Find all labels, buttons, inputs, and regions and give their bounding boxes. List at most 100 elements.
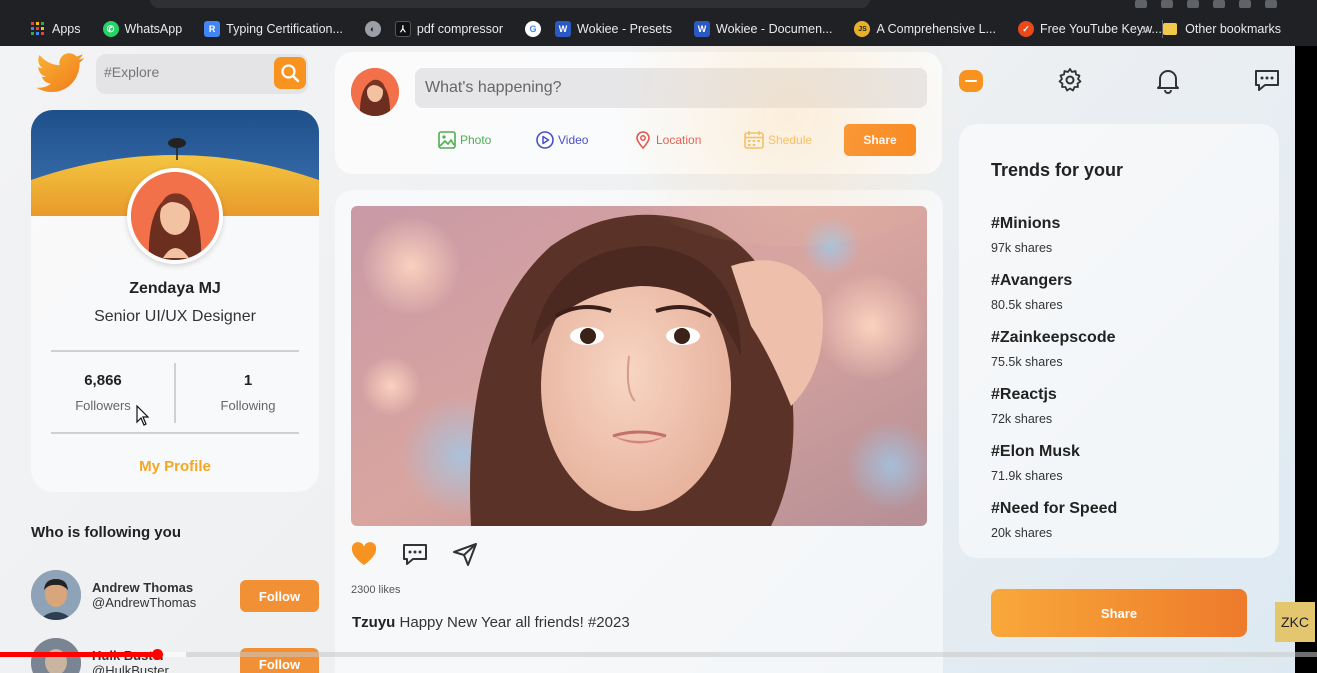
trend-count: 75.5k shares bbox=[991, 355, 1063, 369]
following-stat[interactable]: 1 Following bbox=[186, 372, 310, 413]
followers-section-title: Who is following you bbox=[31, 524, 181, 541]
video-icon bbox=[536, 131, 554, 149]
following-count: 1 bbox=[243, 372, 253, 389]
share-send-icon[interactable] bbox=[451, 540, 479, 568]
profile-card: Zendaya MJ Senior UI/UX Designer 6,866 F… bbox=[31, 110, 319, 492]
trend-tag: #Zainkeepscode bbox=[991, 329, 1116, 346]
twitter-logo-icon[interactable] bbox=[36, 52, 86, 96]
trend-item[interactable]: #Elon Musk 71.9k shares bbox=[991, 443, 1080, 483]
divider bbox=[51, 432, 299, 434]
follower-handle: @HulkBuster bbox=[92, 663, 169, 673]
apps-grid-icon bbox=[30, 21, 46, 37]
post-author: Tzuyu bbox=[352, 614, 396, 631]
bookmark-pdf-compressor[interactable]: ⅄ pdf compressor bbox=[394, 21, 504, 37]
bookmark-globe[interactable]: ◐ bbox=[364, 21, 381, 37]
whatsapp-icon: ✆ bbox=[102, 21, 119, 37]
explore-search bbox=[96, 54, 308, 94]
trend-item[interactable]: #Reactjs 72k shares bbox=[991, 386, 1057, 426]
notifications-bell-icon[interactable] bbox=[1154, 66, 1182, 94]
extension-icon[interactable] bbox=[1239, 0, 1251, 8]
more-bookmarks-chevron-icon[interactable]: » bbox=[1141, 21, 1149, 37]
trend-item[interactable]: #Avangers 80.5k shares bbox=[991, 272, 1072, 312]
avatar[interactable] bbox=[351, 68, 399, 116]
bookmark-other[interactable]: Other bookmarks bbox=[1163, 22, 1281, 36]
home-icon[interactable] bbox=[957, 66, 985, 94]
schedule-option[interactable]: Shedule bbox=[743, 130, 812, 150]
video-progress-track[interactable] bbox=[0, 652, 1317, 657]
wokiee-icon: W bbox=[694, 21, 710, 37]
extension-icon[interactable] bbox=[1265, 0, 1277, 8]
trend-tag: #Need for Speed bbox=[991, 500, 1118, 517]
bookmark-label: WhatsApp bbox=[124, 22, 183, 36]
pdf-icon: ⅄ bbox=[394, 21, 411, 37]
extension-icon[interactable] bbox=[1187, 0, 1199, 8]
trend-count: 20k shares bbox=[991, 526, 1053, 540]
extension-icon[interactable] bbox=[1161, 0, 1173, 8]
wokiee-icon: W bbox=[555, 21, 572, 37]
video-scrubber-handle[interactable] bbox=[152, 649, 163, 660]
trend-item[interactable]: #Zainkeepscode 75.5k shares bbox=[991, 329, 1116, 369]
location-option[interactable]: Location bbox=[633, 130, 701, 150]
mouse-cursor-icon bbox=[136, 405, 150, 426]
extension-icon[interactable] bbox=[1135, 0, 1147, 8]
trend-tag: #Elon Musk bbox=[991, 443, 1080, 460]
photo-icon bbox=[438, 131, 456, 149]
bookmark-comprehensive[interactable]: JS A Comprehensive L... bbox=[854, 21, 996, 37]
search-button[interactable] bbox=[274, 57, 306, 89]
folder-icon bbox=[1163, 23, 1178, 35]
bookmark-label: Wokiee - Presets bbox=[577, 22, 672, 36]
bookmark-google[interactable]: G bbox=[525, 21, 542, 37]
trend-count: 71.9k shares bbox=[991, 469, 1063, 483]
trend-tag: #Reactjs bbox=[991, 386, 1057, 403]
trend-tag: #Minions bbox=[991, 215, 1061, 232]
follower-name: Andrew Thomas bbox=[92, 580, 194, 595]
bookmark-label: Apps bbox=[52, 22, 81, 36]
location-pin-icon bbox=[636, 131, 650, 150]
messages-icon[interactable] bbox=[1253, 66, 1281, 94]
address-bar[interactable] bbox=[150, 0, 870, 8]
share-post-button[interactable]: Share bbox=[844, 124, 916, 156]
like-heart-icon[interactable] bbox=[350, 540, 378, 568]
google-icon: G bbox=[525, 21, 542, 37]
avatar[interactable] bbox=[31, 570, 81, 620]
post-image[interactable] bbox=[351, 206, 927, 526]
profile-role: Senior UI/UX Designer bbox=[94, 308, 256, 325]
bookmark-wokiee-docs[interactable]: W Wokiee - Documen... bbox=[694, 21, 832, 37]
trend-count: 97k shares bbox=[991, 241, 1053, 255]
post-composer: Photo Video Location Shedule Share bbox=[335, 52, 942, 174]
followers-count: 6,866 bbox=[84, 372, 122, 389]
settings-gear-icon[interactable] bbox=[1056, 66, 1084, 94]
video-option[interactable]: Video bbox=[535, 130, 588, 150]
bookmark-apps[interactable]: Apps bbox=[30, 21, 81, 37]
extension-icon[interactable] bbox=[1213, 0, 1225, 8]
trends-card: Trends for your #Minions 97k shares #Ava… bbox=[959, 124, 1279, 558]
photo-option[interactable]: Photo bbox=[437, 130, 491, 150]
follow-button[interactable]: Follow bbox=[240, 580, 319, 612]
post-text: Happy New Year all friends! #2023 bbox=[399, 614, 630, 631]
share-button[interactable]: Share bbox=[991, 589, 1247, 637]
video-label: Video bbox=[558, 133, 589, 147]
keyword-icon: ✓ bbox=[1018, 21, 1034, 37]
trend-tag: #Avangers bbox=[991, 272, 1073, 289]
following-label: Following bbox=[220, 398, 276, 413]
bookmark-typing-certification[interactable]: R Typing Certification... bbox=[204, 21, 343, 37]
trend-item[interactable]: #Minions 97k shares bbox=[991, 215, 1060, 255]
comment-icon[interactable] bbox=[401, 540, 429, 568]
channel-watermark[interactable]: ZKC bbox=[1275, 602, 1315, 642]
stat-divider bbox=[174, 363, 176, 423]
bookmark-label: pdf compressor bbox=[416, 22, 504, 36]
photo-label: Photo bbox=[460, 133, 492, 147]
my-profile-link[interactable]: My Profile bbox=[31, 458, 319, 475]
trends-title: Trends for your bbox=[991, 160, 1124, 180]
bookmark-label: A Comprehensive L... bbox=[876, 22, 996, 36]
bookmark-whatsapp[interactable]: ✆ WhatsApp bbox=[102, 21, 183, 37]
bookmark-wokiee-presets[interactable]: W Wokiee - Presets bbox=[555, 21, 672, 37]
whats-happening-input[interactable] bbox=[415, 68, 927, 108]
post-card: 2300 likes Tzuyu Happy New Year all frie… bbox=[335, 190, 943, 673]
search-input[interactable] bbox=[104, 64, 264, 80]
follower-handle: @AndrewThomas bbox=[92, 595, 197, 610]
post-caption: Tzuyu Happy New Year all friends! #2023 bbox=[352, 614, 630, 631]
divider bbox=[51, 350, 299, 352]
profile-avatar[interactable] bbox=[127, 168, 223, 264]
trend-item[interactable]: #Need for Speed 20k shares bbox=[991, 500, 1117, 540]
